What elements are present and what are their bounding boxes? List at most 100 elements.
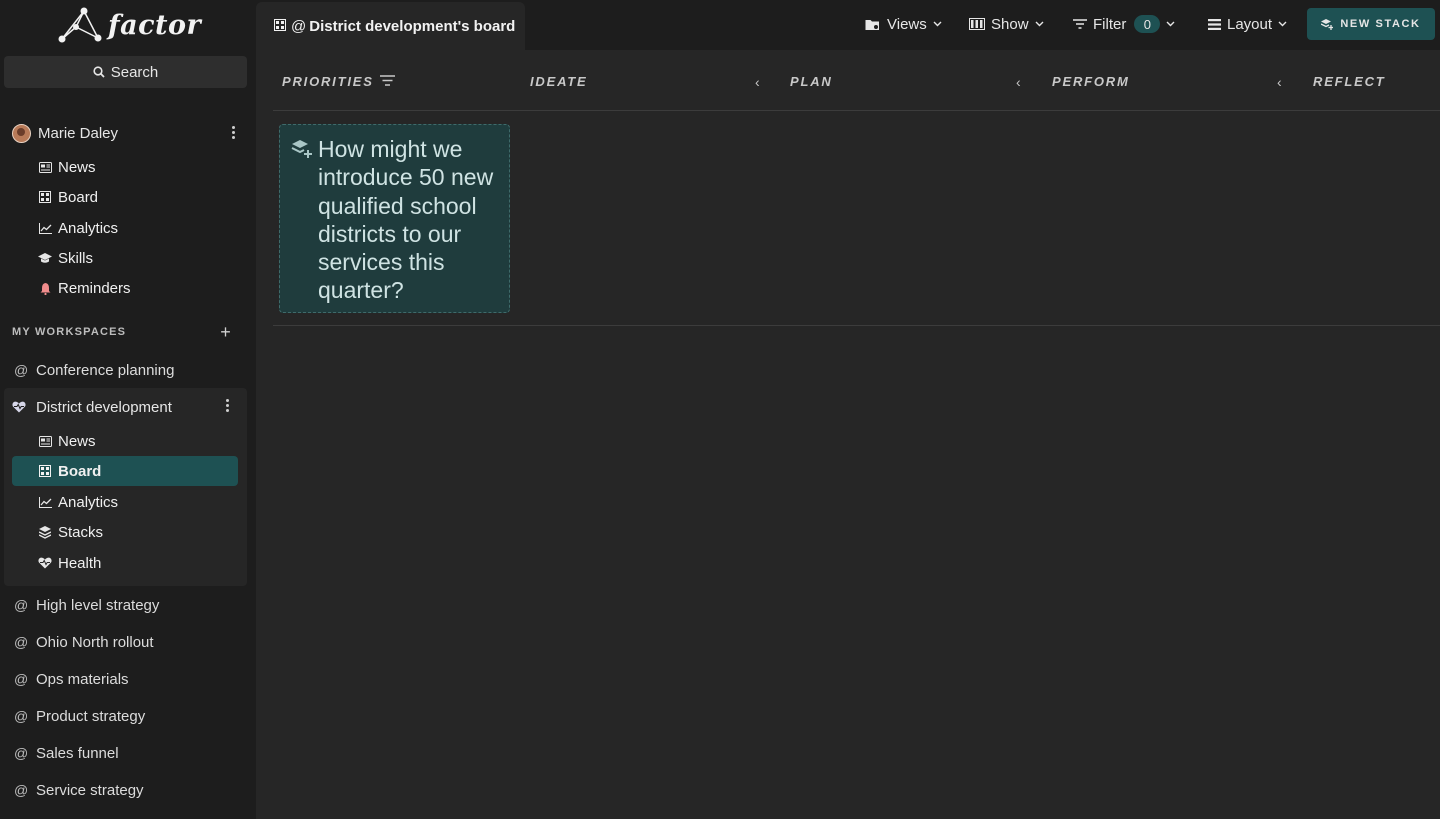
- nav-label: Analytics: [58, 219, 119, 237]
- chevron-down-icon: [1035, 21, 1044, 27]
- column-header-perform: PERFORM: [1052, 74, 1130, 90]
- app-logo[interactable]: factor: [54, 6, 201, 44]
- nav-label: Health: [58, 554, 102, 572]
- sidebar: factor Search Marie Daley News Board Ana…: [0, 0, 256, 819]
- chevron-down-icon: [933, 21, 942, 27]
- stack-plus-icon: [291, 140, 312, 158]
- add-workspace-button[interactable]: +: [220, 322, 232, 343]
- views-label: Views: [887, 15, 927, 33]
- column-label: PRIORITIES: [282, 74, 374, 89]
- tab-district-board[interactable]: @ District development's board: [256, 2, 525, 50]
- layout-icon: [1208, 18, 1221, 30]
- user-nav-skills[interactable]: Skills: [12, 243, 238, 273]
- nav-label: Skills: [58, 249, 94, 267]
- filter-button[interactable]: Filter 0: [1073, 12, 1175, 36]
- column-header-priorities: PRIORITIES: [282, 74, 374, 90]
- user-row[interactable]: Marie Daley: [12, 121, 244, 145]
- tab-title: District development's board: [309, 17, 516, 35]
- nav-label: News: [58, 158, 96, 176]
- user-nav-reminders[interactable]: Reminders: [12, 273, 238, 303]
- user-menu-icon[interactable]: [232, 124, 236, 141]
- priority-card[interactable]: How might we introduce 50 new qualified …: [279, 124, 510, 313]
- workspace-label: Sales funnel: [36, 744, 119, 762]
- ws-nav-news[interactable]: News: [12, 426, 238, 456]
- bell-icon: [38, 281, 52, 295]
- show-label: Show: [991, 15, 1029, 33]
- tab-at: @: [291, 17, 307, 35]
- collapse-ideate-arrow[interactable]: ‹: [755, 74, 760, 90]
- column-label: PLAN: [790, 74, 833, 89]
- board-icon: [274, 18, 286, 35]
- search-button[interactable]: Search: [4, 56, 247, 88]
- new-stack-label: NEW STACK: [1340, 18, 1421, 30]
- workspace-sales-funnel[interactable]: @ Sales funnel: [14, 741, 244, 765]
- avatar: [12, 123, 31, 143]
- health-icon: [12, 401, 28, 413]
- column-label: IDEATE: [530, 74, 588, 89]
- workspace-ohio-north-rollout[interactable]: @ Ohio North rollout: [14, 630, 244, 654]
- user-name: Marie Daley: [38, 124, 119, 142]
- collapse-perform-arrow[interactable]: ‹: [1277, 74, 1282, 90]
- user-nav-news[interactable]: News: [12, 152, 238, 182]
- columns-icon: [969, 18, 985, 30]
- top-bar: @ District development's board Views Sho…: [256, 0, 1440, 50]
- nav-label: Board: [58, 462, 102, 480]
- at-icon: @: [14, 671, 29, 687]
- news-icon: [38, 434, 52, 448]
- workspace-conference-planning[interactable]: @ Conference planning: [14, 358, 244, 382]
- workspaces-header: MY WORKSPACES +: [12, 322, 238, 342]
- chevron-down-icon: [1166, 21, 1175, 27]
- workspace-product-strategy[interactable]: @ Product strategy: [14, 704, 244, 728]
- ws-nav-board[interactable]: Board: [12, 456, 238, 486]
- ws-nav-stacks[interactable]: Stacks: [12, 517, 238, 547]
- column-header-reflect: REFLECT: [1313, 74, 1386, 90]
- workspace-service-strategy[interactable]: @ Service strategy: [14, 778, 244, 802]
- ws-nav-health[interactable]: Health: [12, 548, 238, 578]
- chevron-down-icon: [1278, 21, 1287, 27]
- analytics-icon: [38, 221, 52, 235]
- stack-plus-icon: [1321, 18, 1334, 30]
- at-icon: @: [14, 745, 29, 761]
- views-button[interactable]: Views: [865, 12, 942, 36]
- user-nav-analytics[interactable]: Analytics: [12, 213, 238, 243]
- filter-label: Filter: [1093, 15, 1127, 33]
- filter-icon: [1073, 19, 1087, 29]
- sort-icon[interactable]: [380, 75, 395, 86]
- workspace-ops-materials[interactable]: @ Ops materials: [14, 667, 244, 691]
- collapse-plan-arrow[interactable]: ‹: [1016, 74, 1021, 90]
- board-icon: [38, 190, 52, 204]
- workspace-district-development[interactable]: District development: [12, 396, 240, 418]
- at-icon: @: [14, 362, 29, 378]
- workspaces-header-label: MY WORKSPACES: [12, 326, 127, 338]
- analytics-icon: [38, 495, 52, 509]
- workspace-label: Ops materials: [36, 670, 129, 688]
- logo-text: factor: [108, 9, 202, 41]
- nav-label: Reminders: [58, 279, 131, 297]
- filter-count-badge: 0: [1134, 15, 1161, 33]
- row-divider: [273, 325, 1440, 326]
- column-header-ideate: IDEATE: [530, 74, 588, 90]
- layout-label: Layout: [1227, 15, 1273, 33]
- workspace-label: Service strategy: [36, 781, 144, 799]
- workspace-label: District development: [36, 398, 172, 416]
- new-stack-button[interactable]: NEW STACK: [1307, 8, 1435, 40]
- user-nav-board[interactable]: Board: [12, 182, 238, 212]
- workspace-label: Ohio North rollout: [36, 633, 154, 651]
- at-icon: @: [14, 634, 29, 650]
- health-icon: [38, 556, 52, 570]
- workspace-label: High level strategy: [36, 596, 160, 614]
- column-header-plan: PLAN: [790, 74, 833, 90]
- ws-nav-analytics[interactable]: Analytics: [12, 487, 238, 517]
- workspace-label: Conference planning: [36, 361, 175, 379]
- workspace-label: Product strategy: [36, 707, 146, 725]
- workspace-menu-icon[interactable]: [226, 397, 230, 414]
- header-divider: [273, 110, 1440, 111]
- workspace-high-level-strategy[interactable]: @ High level strategy: [14, 593, 244, 617]
- views-icon: [865, 19, 879, 30]
- show-button[interactable]: Show: [969, 12, 1044, 36]
- layout-button[interactable]: Layout: [1208, 12, 1287, 36]
- column-label: REFLECT: [1313, 74, 1386, 89]
- stacks-icon: [38, 525, 52, 539]
- skills-icon: [38, 251, 52, 265]
- nav-label: Board: [58, 188, 99, 206]
